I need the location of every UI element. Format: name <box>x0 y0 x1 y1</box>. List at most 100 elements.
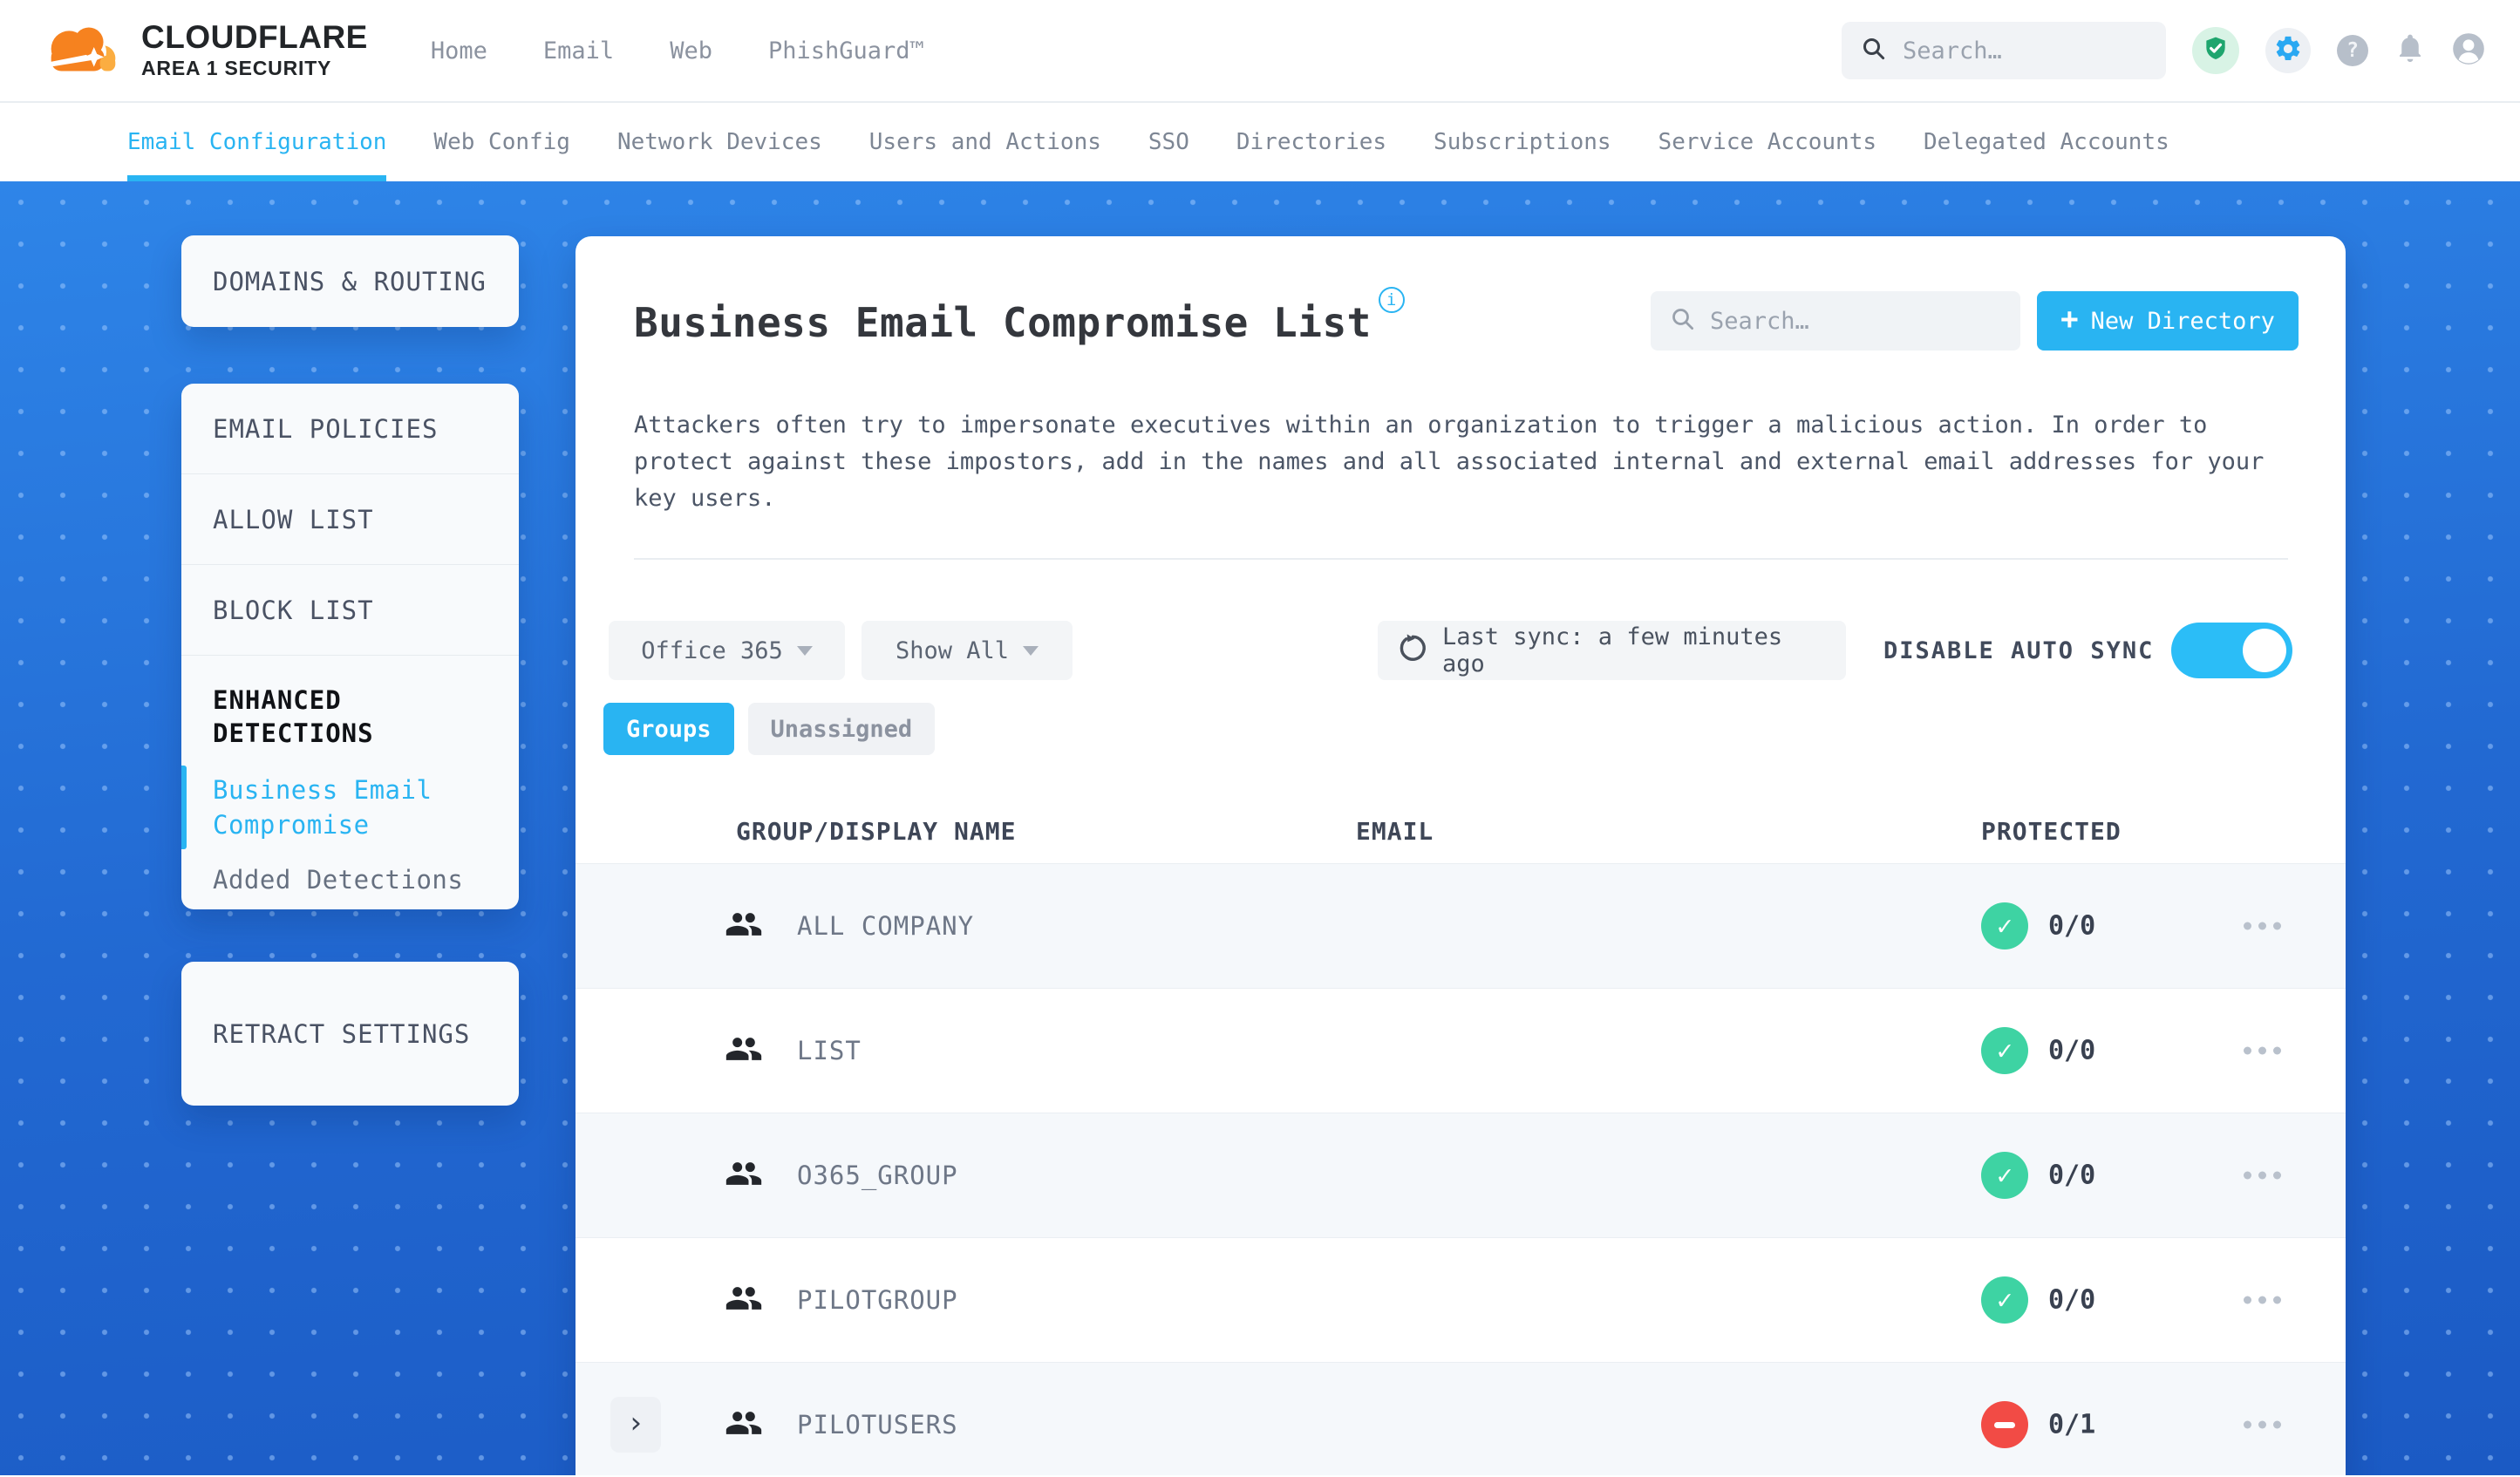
nav-home[interactable]: Home <box>431 37 487 65</box>
nav-email[interactable]: Email <box>543 37 614 65</box>
main-panel: Business Email Compromise Listi + New Di… <box>576 236 2346 1475</box>
group-icon <box>725 1282 763 1318</box>
shield-check-icon <box>2202 35 2230 66</box>
tab-directories[interactable]: Directories <box>1236 103 1386 181</box>
tab-service-accounts[interactable]: Service Accounts <box>1658 103 1876 181</box>
show-filter-dropdown[interactable]: Show All <box>862 621 1073 680</box>
tab-unassigned[interactable]: Unassigned <box>747 703 936 755</box>
table-body: › ALL COMPANY ✓ 0/0 › LIST ✓ 0/0 › O365_… <box>576 863 2346 1475</box>
search-icon <box>1670 306 1696 336</box>
page-title: Business Email Compromise List i <box>634 287 1405 346</box>
row-menu-button[interactable] <box>2244 917 2281 936</box>
new-directory-button[interactable]: + New Directory <box>2037 291 2299 351</box>
chevron-down-icon <box>1023 645 1039 656</box>
tab-sso[interactable]: SSO <box>1148 103 1189 181</box>
directory-dropdown-value: Office 365 <box>641 636 783 664</box>
sidebar-item-block-list[interactable]: BLOCK LIST <box>181 565 519 656</box>
group-name: PILOTUSERS <box>797 1410 958 1440</box>
active-item-indicator <box>181 766 187 849</box>
refresh-icon <box>1397 632 1428 670</box>
last-sync-button[interactable]: Last sync: a few minutes ago <box>1378 621 1846 680</box>
protected-count: 0/0 <box>2048 1284 2096 1316</box>
table-row: › PILOTGROUP ✓ 0/0 <box>576 1237 2346 1362</box>
column-group-display-name: GROUP/DISPLAY NAME <box>736 817 1017 846</box>
settings-button[interactable] <box>2265 28 2311 73</box>
brand-name: CLOUDFLARE <box>141 19 368 55</box>
protected-count: 0/0 <box>2048 1160 2096 1191</box>
protected-status-badge: ✓ <box>1981 1027 2028 1074</box>
check-icon: ✓ <box>1996 1035 2013 1066</box>
chevron-down-icon <box>796 645 813 656</box>
sidebar-item-email-policies[interactable]: EMAIL POLICIES <box>181 384 519 474</box>
nav-web[interactable]: Web <box>670 37 712 65</box>
tab-groups[interactable]: Groups <box>603 703 734 755</box>
user-avatar-icon <box>2452 33 2485 69</box>
plus-icon: + <box>2060 302 2079 337</box>
page-description: Attackers often try to impersonate execu… <box>634 412 2265 512</box>
row-menu-button[interactable] <box>2244 1042 2281 1060</box>
auto-sync-toggle[interactable] <box>2171 623 2292 678</box>
tab-email-configuration[interactable]: Email Configuration <box>127 103 387 181</box>
section-tabs: Email Configuration Web Config Network D… <box>0 103 2520 181</box>
table-row: › PILOTUSERS ✓ 0/1 <box>576 1362 2346 1475</box>
list-search[interactable] <box>1651 291 2020 351</box>
protected-count: 0/0 <box>2048 1035 2096 1066</box>
toggle-knob <box>2243 629 2286 672</box>
search-icon <box>1861 36 1887 65</box>
table-row: › ALL COMPANY ✓ 0/0 <box>576 863 2346 988</box>
cloudflare-cloud-icon <box>35 21 129 80</box>
global-search-input[interactable] <box>1903 37 2147 65</box>
sidebar-card-policies: EMAIL POLICIES ALLOW LIST BLOCK LIST ENH… <box>181 384 519 909</box>
sidebar-item-retract-settings[interactable]: RETRACT SETTINGS <box>181 962 519 1106</box>
sidebar-item-business-email-compromise[interactable]: Business Email Compromise <box>213 773 487 842</box>
sidebar-item-allow-list[interactable]: ALLOW LIST <box>181 474 519 565</box>
sidebar-item-enhanced-detections[interactable]: ENHANCED DETECTIONS <box>213 684 487 750</box>
row-menu-button[interactable] <box>2244 1291 2281 1310</box>
sidebar-item-domains-routing[interactable]: DOMAINS & ROUTING <box>181 235 519 327</box>
tab-delegated-accounts[interactable]: Delegated Accounts <box>1924 103 2169 181</box>
protected-count: 0/1 <box>2048 1409 2096 1440</box>
new-directory-label: New Directory <box>2090 307 2275 335</box>
security-status-button[interactable] <box>2192 27 2239 74</box>
info-icon[interactable]: i <box>1378 287 1405 313</box>
table-row: › O365_GROUP ✓ 0/0 <box>576 1113 2346 1237</box>
check-icon: ✓ <box>1996 1160 2013 1191</box>
page-title-text: Business Email Compromise List <box>634 299 1372 346</box>
row-menu-button[interactable] <box>2244 1416 2281 1434</box>
tab-subscriptions[interactable]: Subscriptions <box>1434 103 1611 181</box>
group-icon <box>725 1157 763 1194</box>
sidebar-item-added-detections[interactable]: Added Detections <box>213 865 487 895</box>
brand-text: CLOUDFLARE AREA 1 SECURITY <box>141 21 368 80</box>
nav-phishguard[interactable]: PhishGuard™ <box>768 37 924 65</box>
brand-subname: AREA 1 SECURITY <box>141 57 332 79</box>
cloudflare-logo[interactable]: CLOUDFLARE AREA 1 SECURITY <box>35 21 368 80</box>
group-icon <box>725 1032 763 1069</box>
global-search[interactable] <box>1842 22 2166 79</box>
table-header: GROUP/DISPLAY NAME EMAIL PROTECTED <box>576 803 2346 863</box>
top-bar-right: ? <box>1842 22 2485 79</box>
gear-icon <box>2273 34 2303 67</box>
notifications-button[interactable] <box>2394 33 2426 68</box>
tab-users-and-actions[interactable]: Users and Actions <box>869 103 1101 181</box>
check-icon: ✓ <box>1996 910 2013 942</box>
account-button[interactable] <box>2452 32 2485 69</box>
protected-status-badge: ✓ <box>1981 1152 2028 1199</box>
show-filter-value: Show All <box>895 636 1010 664</box>
help-button[interactable]: ? <box>2337 35 2368 66</box>
check-icon: ✓ <box>1996 1284 2013 1316</box>
protected-status-badge: ✓ <box>1981 902 2028 950</box>
sidebar-section-enhanced-detections: ENHANCED DETECTIONS Business Email Compr… <box>181 656 519 895</box>
expand-chevron-icon[interactable]: › <box>610 1397 661 1453</box>
divider <box>634 558 2288 560</box>
minus-icon <box>1994 1421 2015 1428</box>
sidebar-label-allow-list: ALLOW LIST <box>213 504 374 534</box>
protected-count: 0/0 <box>2048 910 2096 942</box>
page-background: DOMAINS & ROUTING EMAIL POLICIES ALLOW L… <box>0 181 2520 1475</box>
row-menu-button[interactable] <box>2244 1167 2281 1185</box>
tab-web-config[interactable]: Web Config <box>433 103 570 181</box>
list-search-input[interactable] <box>1710 307 2001 335</box>
auto-sync-label: DISABLE AUTO SYNC <box>1883 636 2155 664</box>
tab-network-devices[interactable]: Network Devices <box>617 103 822 181</box>
sidebar-label-email-policies: EMAIL POLICIES <box>213 413 439 444</box>
directory-dropdown[interactable]: Office 365 <box>609 621 845 680</box>
